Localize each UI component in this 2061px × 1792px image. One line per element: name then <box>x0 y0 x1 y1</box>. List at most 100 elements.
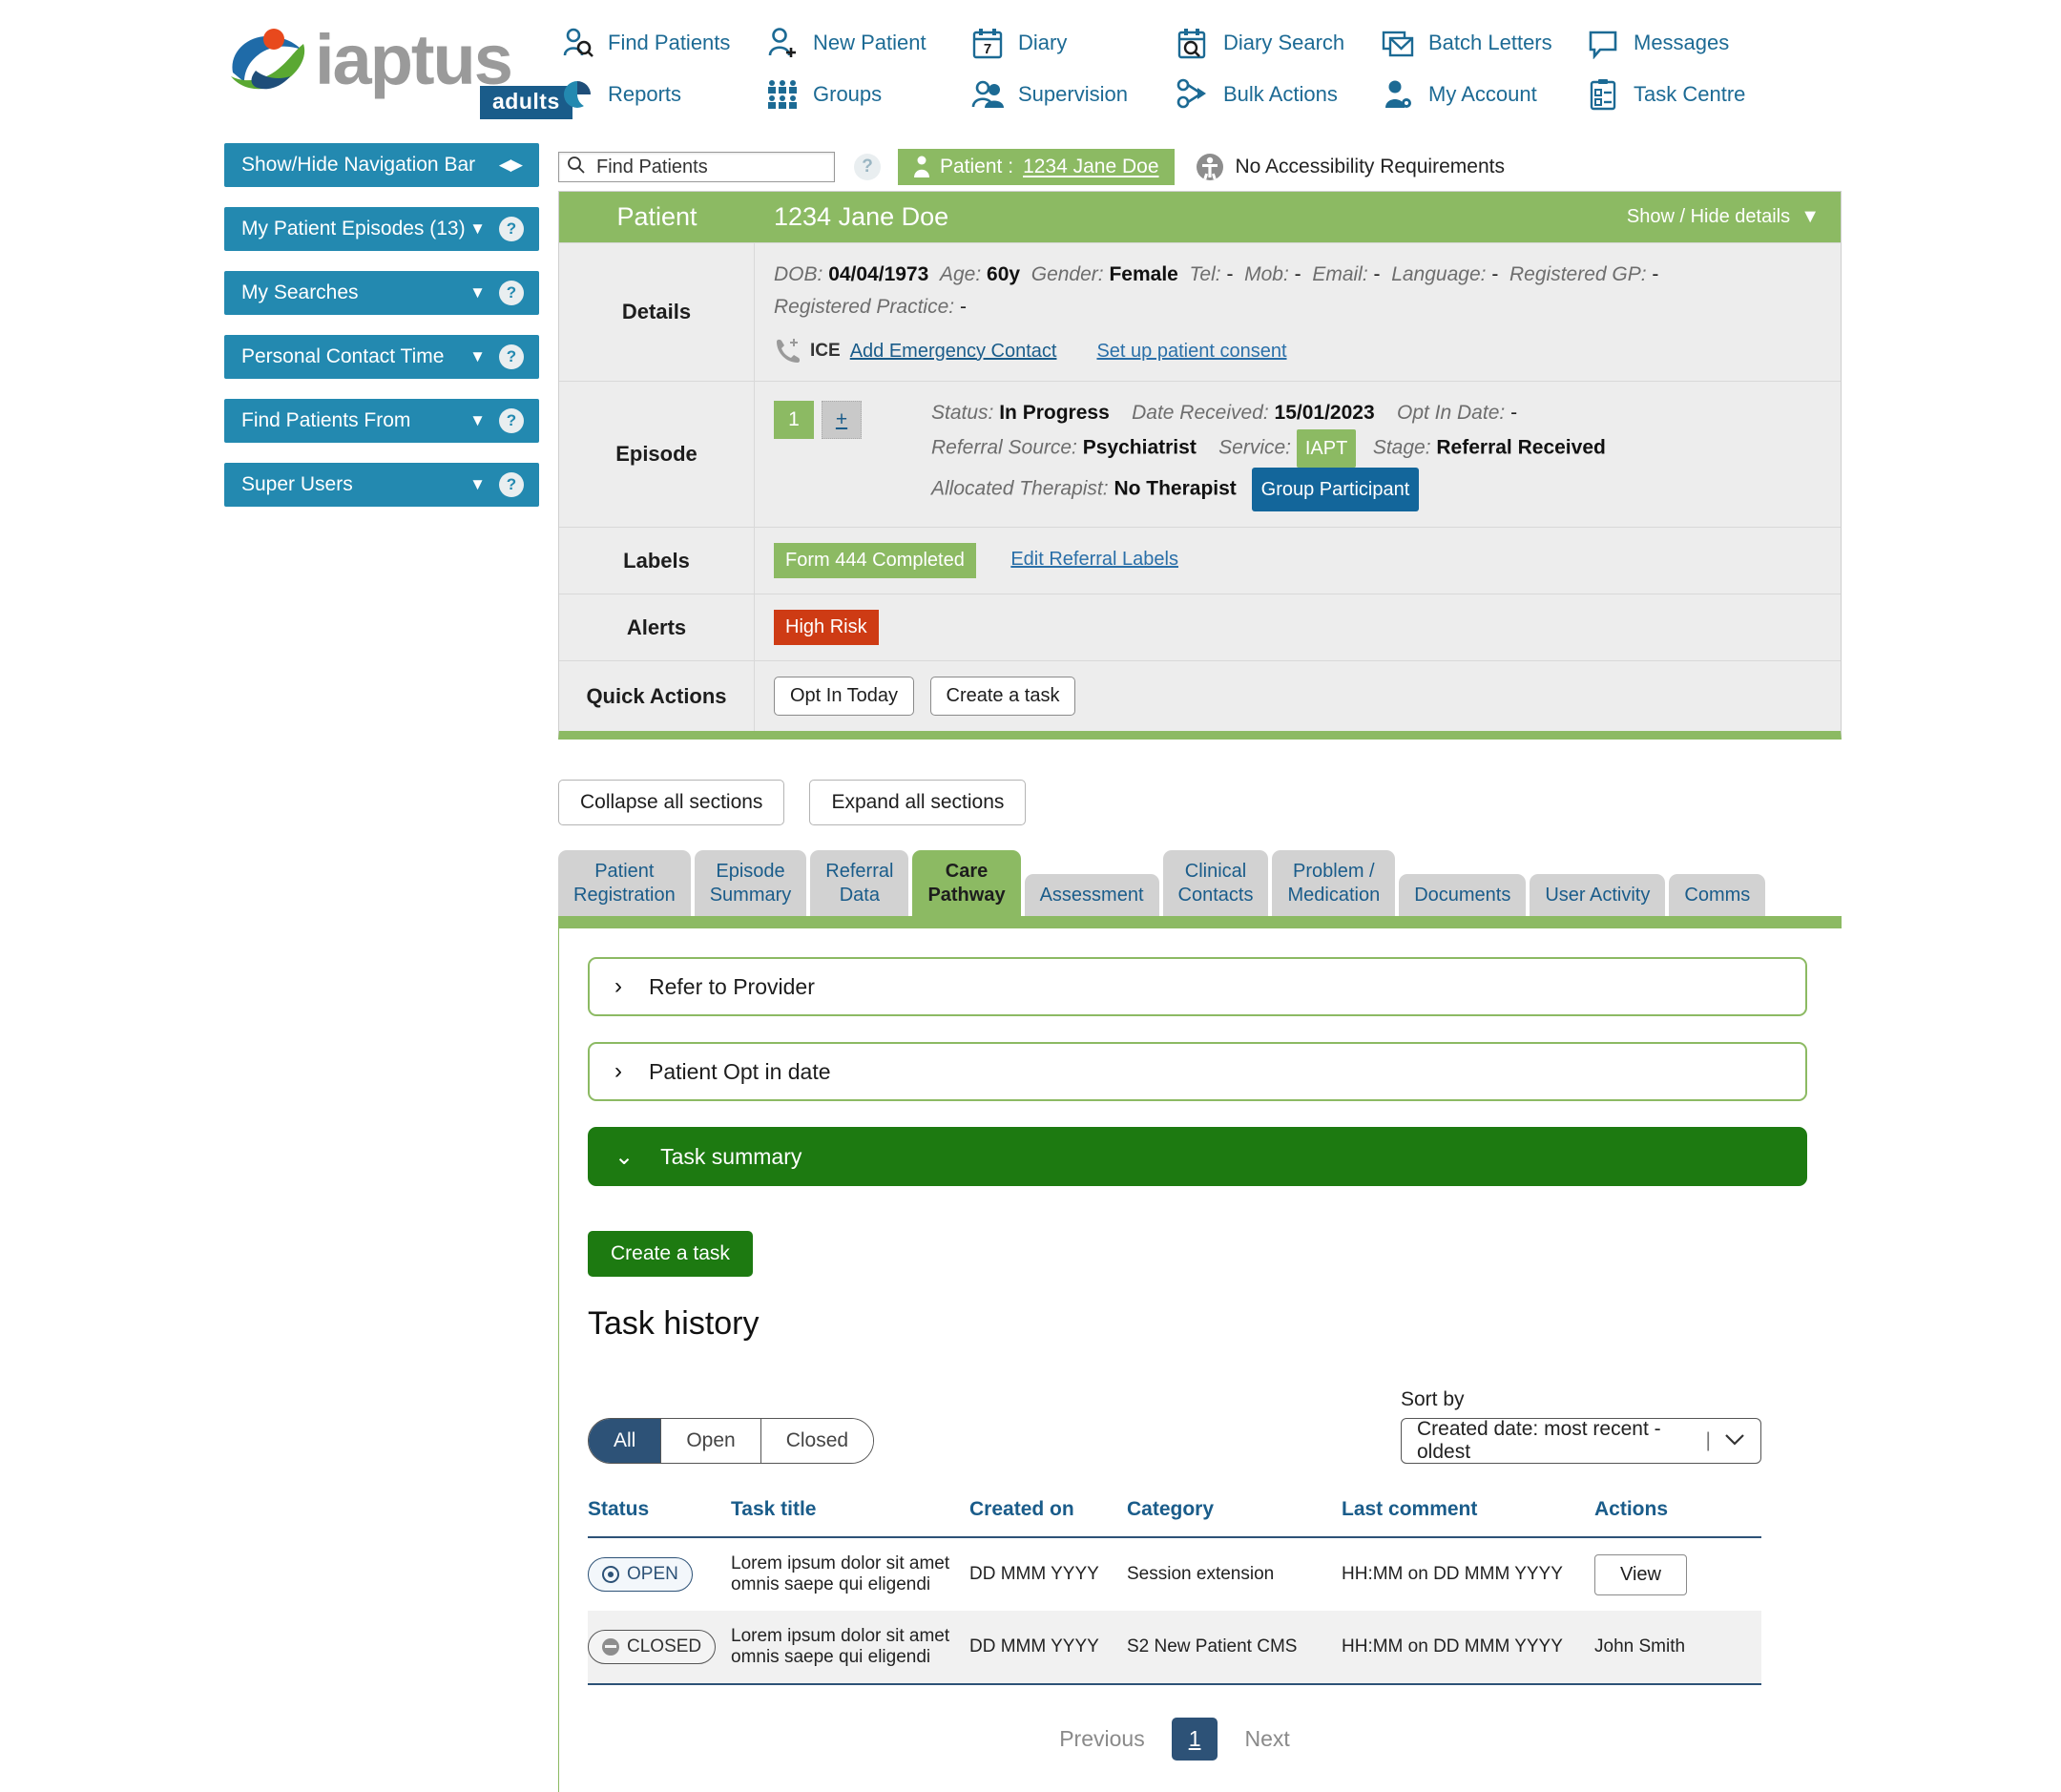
nav-diary-search[interactable]: Diary Search <box>1174 17 1379 69</box>
cell-status: OPEN <box>588 1537 731 1611</box>
tab-episode-summary[interactable]: Episode Summary <box>694 850 807 916</box>
tab-user-activity[interactable]: User Activity <box>1530 874 1666 916</box>
nav-find-patients-label: Find Patients <box>608 31 731 54</box>
tab-patient-registration[interactable]: Patient Registration <box>558 850 691 916</box>
add-episode-button[interactable]: + <box>822 401 862 439</box>
chevron-down-icon: ▼ <box>469 475 486 493</box>
nav-my-account[interactable]: My Account <box>1379 69 1584 120</box>
sort-by-label: Sort by <box>1401 1388 1465 1410</box>
episode-number-1[interactable]: 1 <box>774 401 814 439</box>
show-hide-details-toggle[interactable]: Show / Hide details ▼ <box>1627 206 1841 228</box>
create-task-quick-button[interactable]: Create a task <box>929 677 1076 716</box>
sidebar-item-label: Super Users <box>241 473 353 495</box>
create-a-task-button[interactable]: Create a task <box>588 1231 753 1277</box>
nav-new-patient[interactable]: New Patient <box>763 17 968 69</box>
sidebar-item-super-users[interactable]: Super Users ▼ ? <box>224 463 539 507</box>
nav-bulk-actions[interactable]: Bulk Actions <box>1174 69 1379 120</box>
nav-task-centre[interactable]: Task Centre <box>1584 69 1745 120</box>
nav-supervision[interactable]: Supervision <box>968 69 1174 120</box>
nav-find-patients[interactable]: Find Patients <box>558 17 763 69</box>
page-1-button[interactable]: 1 <box>1171 1718 1218 1761</box>
iaptus-logo-mark <box>231 29 305 90</box>
search-input[interactable] <box>594 155 804 179</box>
tab-documents[interactable]: Documents <box>1399 874 1527 916</box>
top-nav-row-1: Find Patients New Patient 7 Diary Diary … <box>558 17 1989 69</box>
details-row-value: DOB: 04/04/1973 Age: 60y Gender: Female … <box>755 243 1841 381</box>
sort-by-select[interactable]: Created date: most recent - oldest | <box>1401 1418 1761 1464</box>
tab-referral-data[interactable]: Referral Data <box>810 850 909 916</box>
tab-assessment[interactable]: Assessment <box>1024 874 1159 916</box>
left-sidebar: Show/Hide Navigation Bar ◀▶ My Patient E… <box>224 143 539 527</box>
edit-referral-labels-link[interactable]: Edit Referral Labels <box>1010 549 1178 570</box>
sidebar-item-my-patient-episodes[interactable]: My Patient Episodes (13) ▼ ? <box>224 207 539 251</box>
sidebar-item-label: Find Patients From <box>241 409 411 431</box>
sort-by-value: Created date: most recent - oldest <box>1417 1418 1661 1463</box>
new-patient-icon <box>763 24 802 62</box>
opt-in-date-label: Opt In Date: <box>1396 402 1506 424</box>
col-category: Category <box>1127 1498 1342 1538</box>
alerts-row: Alerts High Risk <box>559 594 1841 660</box>
help-icon[interactable]: ? <box>499 344 524 369</box>
nav-my-account-label: My Account <box>1428 82 1537 106</box>
cell-actions: John Smith <box>1594 1611 1761 1685</box>
col-task-title: Task title <box>731 1498 969 1538</box>
set-up-patient-consent-link[interactable]: Set up patient consent <box>1096 341 1286 363</box>
filter-open[interactable]: Open <box>661 1419 761 1463</box>
collapse-all-sections-button[interactable]: Collapse all sections <box>558 780 785 825</box>
language-label: Language: <box>1391 263 1487 285</box>
sidebar-item-personal-contact-time[interactable]: Personal Contact Time ▼ ? <box>224 335 539 379</box>
care-pathway-panel: › Refer to Provider › Patient Opt in dat… <box>558 928 1842 1792</box>
nav-bulk-actions-label: Bulk Actions <box>1223 82 1338 106</box>
sidebar-item-show-hide-navigation-bar[interactable]: Show/Hide Navigation Bar ◀▶ <box>224 143 539 187</box>
episode-row: Episode 1 + Status: In Progress Date Rec… <box>559 381 1841 527</box>
nav-messages[interactable]: Messages <box>1584 17 1729 69</box>
sidebar-item-my-searches[interactable]: My Searches ▼ ? <box>224 271 539 315</box>
accordion-title: Refer to Provider <box>649 973 815 999</box>
tab-label-line1: User Activity <box>1545 885 1651 906</box>
next-page-button[interactable]: Next <box>1244 1726 1289 1752</box>
find-patients-search[interactable] <box>558 152 835 182</box>
opt-in-today-button[interactable]: Opt In Today <box>774 677 915 716</box>
labels-row-label: Labels <box>559 528 755 594</box>
view-task-button[interactable]: View <box>1594 1553 1687 1595</box>
accordion-patient-opt-in-date[interactable]: › Patient Opt in date <box>588 1042 1807 1101</box>
nav-reports[interactable]: Reports <box>558 69 763 120</box>
help-icon[interactable]: ? <box>499 217 524 241</box>
filter-all[interactable]: All <box>589 1419 662 1463</box>
nav-supervision-label: Supervision <box>1018 82 1128 106</box>
quick-actions-row-value: Opt In Today Create a task <box>755 661 1841 731</box>
chevron-down-icon: ▼ <box>469 411 486 429</box>
registered-gp-label: Registered GP: <box>1509 263 1647 285</box>
accordion-refer-to-provider[interactable]: › Refer to Provider <box>588 957 1807 1016</box>
help-icon[interactable]: ? <box>499 472 524 497</box>
bulk-actions-icon <box>1174 75 1212 114</box>
nav-batch-letters[interactable]: Batch Letters <box>1379 17 1584 69</box>
add-emergency-contact-link[interactable]: Add Emergency Contact <box>850 341 1057 363</box>
nav-diary[interactable]: 7 Diary <box>968 17 1174 69</box>
accessibility-label: No Accessibility Requirements <box>1235 156 1505 177</box>
chevron-down-icon: ▼ <box>469 219 486 238</box>
details-row-label: Details <box>559 243 755 381</box>
accordion-task-summary[interactable]: ⌄ Task summary <box>588 1127 1807 1186</box>
nav-groups-label: Groups <box>813 82 883 106</box>
sidebar-item-find-patients-from[interactable]: Find Patients From ▼ ? <box>224 399 539 443</box>
tab-clinical-contacts[interactable]: Clinical Contacts <box>1162 850 1269 916</box>
tab-care-pathway[interactable]: Care Pathway <box>912 850 1021 916</box>
current-patient-chip[interactable]: Patient : 1234 Jane Doe <box>898 149 1175 185</box>
nav-groups[interactable]: Groups <box>763 69 968 120</box>
patient-chip-name[interactable]: 1234 Jane Doe <box>1023 156 1158 178</box>
iaptus-logo[interactable]: iaptus adults <box>227 19 572 119</box>
status-badge: High Risk <box>774 610 879 645</box>
help-icon[interactable]: ? <box>499 281 524 305</box>
expand-all-sections-button[interactable]: Expand all sections <box>809 780 1027 825</box>
previous-page-button[interactable]: Previous <box>1059 1726 1144 1752</box>
filter-closed[interactable]: Closed <box>760 1419 874 1463</box>
email-value: - <box>1373 263 1381 285</box>
tab-comms[interactable]: Comms <box>1669 874 1766 916</box>
help-icon[interactable]: ? <box>854 154 881 180</box>
tab-problem-medication[interactable]: Problem / Medication <box>1272 850 1396 916</box>
cell-task-title: Lorem ipsum dolor sit amet omnis saepe q… <box>731 1611 969 1685</box>
help-icon[interactable]: ? <box>499 408 524 433</box>
status-label: Status: <box>931 402 994 424</box>
table-header-row: Status Task title Created on Category La… <box>588 1498 1761 1538</box>
